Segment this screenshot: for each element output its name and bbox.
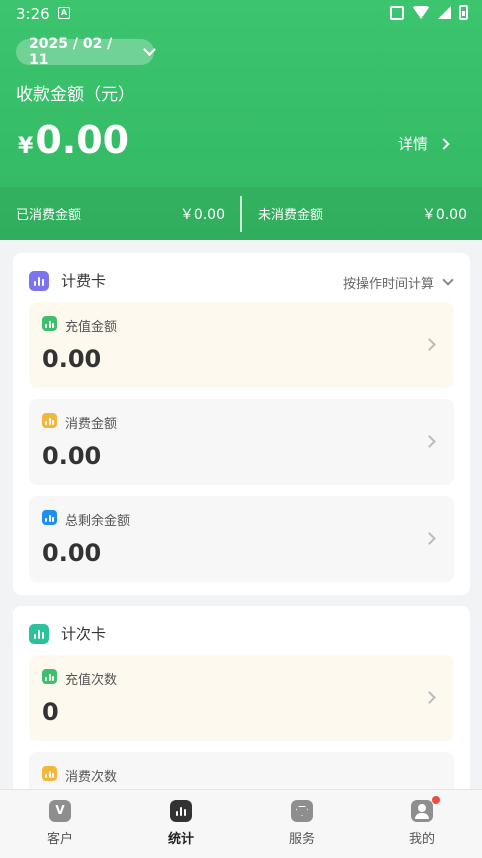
chevron-right-icon bbox=[438, 137, 450, 150]
unconsumed-value: ￥0.00 bbox=[421, 206, 467, 223]
tab-services[interactable]: 服务 bbox=[242, 790, 362, 858]
metric-label: 消费金额 bbox=[65, 417, 118, 432]
bottom-tab-bar: V 客户 统计 服务 我的 bbox=[0, 789, 482, 858]
wifi-icon bbox=[412, 6, 430, 19]
metric-value: 0.00 bbox=[42, 539, 102, 567]
tab-statistics[interactable]: 统计 bbox=[121, 790, 241, 858]
user-icon bbox=[411, 800, 433, 822]
metric-value: 0.00 bbox=[42, 345, 102, 373]
sort-label: 按操作时间计算 bbox=[342, 277, 434, 292]
cellular-icon bbox=[438, 6, 451, 19]
metric-recharge-count[interactable]: 充值次数 0 bbox=[29, 655, 454, 741]
tab-label: 客户 bbox=[46, 832, 73, 847]
diamond-icon bbox=[291, 800, 313, 822]
stats-icon bbox=[42, 316, 57, 331]
stats-icon bbox=[29, 270, 49, 291]
header: 3:26 A 2025 / 02 / 11 收款金额（元） ¥ 0.00 详情 … bbox=[0, 0, 482, 240]
currency-symbol: ¥ bbox=[18, 134, 34, 159]
metric-consume-amount[interactable]: 消费金额 0.00 bbox=[29, 399, 454, 485]
chevron-right-icon bbox=[423, 532, 436, 545]
metric-label: 总剩余金额 bbox=[65, 514, 131, 529]
consumed-label: 已消费金额 bbox=[16, 208, 82, 223]
metric-value: 0 bbox=[42, 698, 59, 726]
card-title: 计费卡 bbox=[61, 272, 107, 290]
stats-icon bbox=[42, 766, 57, 781]
consumption-summary: 已消费金额 ￥0.00 未消费金额 ￥0.00 bbox=[0, 187, 482, 240]
tab-label: 服务 bbox=[288, 832, 315, 847]
amount-title: 收款金额（元） bbox=[16, 85, 135, 105]
date-picker[interactable]: 2025 / 02 / 11 bbox=[16, 36, 156, 68]
stats-icon bbox=[42, 669, 57, 684]
sort-dropdown[interactable]: 按操作时间计算 bbox=[342, 273, 454, 292]
stats-icon bbox=[29, 623, 49, 644]
status-icons bbox=[390, 5, 468, 20]
chevron-right-icon bbox=[423, 691, 436, 704]
stats-icon bbox=[42, 413, 57, 428]
metric-label: 充值金额 bbox=[65, 320, 118, 335]
metric-recharge-amount[interactable]: 充值金额 0.00 bbox=[29, 302, 454, 388]
chevron-right-icon bbox=[423, 435, 436, 448]
chevron-down-icon bbox=[143, 43, 156, 56]
notification-badge bbox=[432, 796, 440, 804]
metric-label: 充值次数 bbox=[65, 673, 118, 688]
notification-icon: A bbox=[58, 7, 70, 19]
detail-link[interactable]: 详情 bbox=[397, 133, 450, 154]
tab-label: 我的 bbox=[408, 832, 435, 847]
amount-display: ¥ 0.00 bbox=[18, 118, 129, 162]
tab-mine[interactable]: 我的 bbox=[362, 790, 482, 858]
unconsumed-label: 未消费金额 bbox=[258, 208, 324, 223]
amount-value: 0.00 bbox=[35, 118, 130, 162]
detail-label: 详情 bbox=[397, 135, 428, 153]
chevron-right-icon bbox=[423, 338, 436, 351]
card-header: 计费卡 bbox=[29, 270, 106, 291]
vibrate-icon bbox=[390, 5, 404, 20]
vip-icon: V bbox=[49, 800, 71, 822]
billing-card: 计费卡 按操作时间计算 充值金额 0.00 消费金额 0.00 总剩余金额 0.… bbox=[13, 253, 470, 595]
battery-icon bbox=[459, 5, 468, 20]
date-text: 2025 / 02 / 11 bbox=[29, 36, 113, 68]
tab-label: 统计 bbox=[167, 832, 194, 847]
metric-label: 消费次数 bbox=[65, 770, 118, 785]
stats-icon bbox=[170, 800, 192, 822]
count-card: 计次卡 充值次数 0 消费次数 bbox=[13, 606, 470, 838]
card-title: 计次卡 bbox=[61, 625, 107, 643]
consumed-value: ￥0.00 bbox=[179, 206, 225, 223]
metric-value: 0.00 bbox=[42, 442, 102, 470]
stats-icon bbox=[42, 510, 57, 525]
chevron-down-icon bbox=[442, 274, 454, 286]
tab-customers[interactable]: V 客户 bbox=[0, 790, 120, 858]
divider bbox=[240, 196, 242, 232]
status-bar: 3:26 A bbox=[0, 0, 482, 28]
status-time: 3:26 bbox=[16, 5, 50, 23]
card-header: 计次卡 bbox=[29, 623, 106, 644]
metric-remaining-amount[interactable]: 总剩余金额 0.00 bbox=[29, 496, 454, 582]
